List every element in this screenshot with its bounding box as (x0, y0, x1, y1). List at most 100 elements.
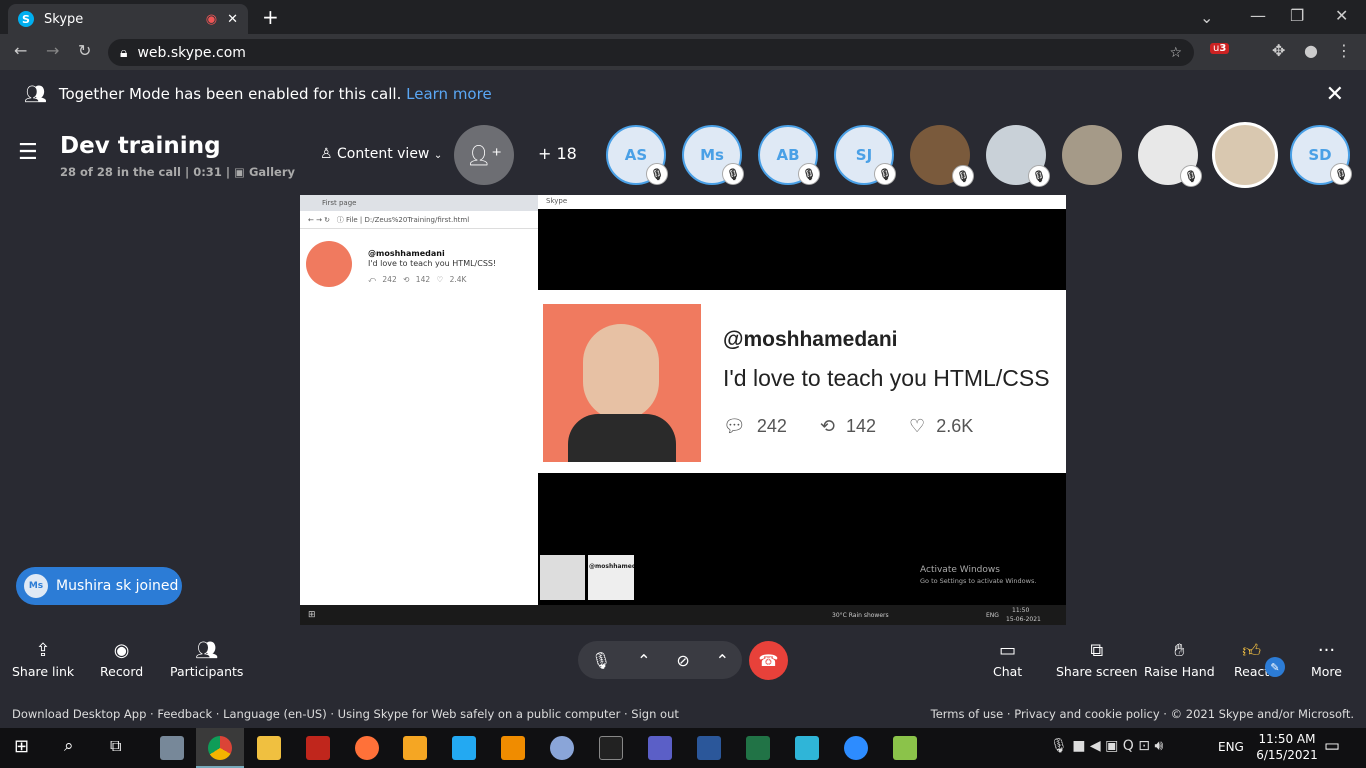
app-icon[interactable] (795, 736, 819, 760)
menu-icon[interactable]: ⋮ (1336, 41, 1352, 60)
restore-button[interactable]: ❐ (1290, 6, 1304, 25)
feedback-link[interactable]: Feedback (157, 707, 212, 721)
address-bar-row: ← → ↻ 🔒︎ web.skype.com ☆ u3 ✥ ● ⋮ (0, 34, 1366, 70)
word-icon[interactable] (697, 736, 721, 760)
share-screen-icon: ⧉ (1090, 640, 1104, 661)
gallery-toggle[interactable]: Gallery (249, 165, 295, 179)
forward-button[interactable]: → (46, 41, 59, 60)
add-participant-button[interactable]: 👤︎⁺ (454, 125, 514, 185)
edit-reaction-icon[interactable]: ✎ (1265, 657, 1285, 677)
participant-photo[interactable] (1062, 125, 1122, 185)
shared-browser-window: First page ← → ↻ ⓘ File | D:/Zeus%20Trai… (300, 195, 538, 605)
new-tab-button[interactable]: + (262, 5, 279, 29)
privacy-link[interactable]: Privacy and cookie policy (1014, 707, 1159, 721)
terminal-icon[interactable] (599, 736, 623, 760)
browser-tab[interactable]: S Skype ◉ ✕ (8, 4, 248, 34)
muted-mic-icon: 🎙︎ (722, 163, 744, 185)
participant-avatar[interactable]: SJ 🎙︎ (834, 125, 896, 185)
inner-taskbar: ⊞ 30°C Rain showers ENG 11:50 15-06-2021 (300, 605, 1066, 625)
more-participants-count[interactable]: + 18 (538, 144, 577, 163)
react-button[interactable]: 👍︎ React (1234, 640, 1269, 679)
participant-avatar[interactable]: AB 🎙︎ (758, 125, 820, 185)
reload-button[interactable]: ↻ (78, 41, 91, 60)
excel-icon[interactable] (746, 736, 770, 760)
safety-link[interactable]: Using Skype for Web safely on a public c… (338, 707, 621, 721)
video-options-chevron[interactable]: ⌃ (716, 651, 729, 670)
muted-mic-icon: 🎙︎ (952, 165, 974, 187)
hamburger-menu-icon[interactable]: ☰ (18, 140, 38, 165)
chat-button[interactable]: ▭ Chat (993, 640, 1022, 679)
thumbnail: @moshhamedani (588, 555, 634, 600)
muted-mic-icon: 🎙︎ (1028, 165, 1050, 187)
search-icon[interactable]: ⌕ (64, 736, 74, 756)
share-link-button[interactable]: ⇪ Share link (12, 640, 74, 679)
participants-button[interactable]: 👥︎ Participants (170, 640, 243, 679)
zoom-icon[interactable] (844, 736, 868, 760)
participant-avatar[interactable]: AS 🎙︎ (606, 125, 668, 185)
raise-hand-button[interactable]: ✋︎ Raise Hand (1144, 640, 1215, 679)
chat-icon: ▭ (999, 640, 1017, 661)
extension-ublock-icon[interactable]: u3 (1210, 43, 1230, 54)
muted-mic-icon: 🎙︎ (1330, 163, 1352, 185)
group-icon: 👥︎ (24, 83, 47, 105)
url-field[interactable]: 🔒︎ web.skype.com ☆ (108, 39, 1194, 66)
notifications-icon[interactable]: ▭ (1324, 736, 1340, 756)
muted-mic-icon: 🎙︎ (798, 163, 820, 185)
profile-icon[interactable]: ● (1304, 41, 1318, 60)
participant-photo[interactable]: 🎙︎ (986, 125, 1050, 187)
record-button[interactable]: ◉ Record (100, 640, 143, 679)
video-off-button[interactable]: ⊘ (676, 651, 689, 670)
mic-options-chevron[interactable]: ⌃ (637, 651, 650, 670)
minimize-button[interactable]: — (1250, 6, 1266, 25)
share-icon: ⇪ (35, 640, 51, 661)
tab-search-icon[interactable]: ⌄ (1200, 8, 1213, 27)
participant-photo[interactable]: 🎙︎ (910, 125, 974, 187)
sign-out-link[interactable]: Sign out (631, 707, 679, 721)
participant-avatar[interactable]: SD 🎙︎ (1290, 125, 1352, 185)
language-link[interactable]: Language (en-US) (223, 707, 327, 721)
participants-icon: 👥︎ (195, 640, 219, 661)
firefox-icon[interactable] (355, 736, 379, 760)
muted-mic-icon: 🎙︎ (646, 163, 668, 185)
copyright: © 2021 Skype and/or Microsoft. (1170, 707, 1354, 721)
tray-icons[interactable]: 🎙︎ ■ ◀ ▣ Q ⊡ 🔊︎ (1050, 738, 1163, 754)
more-button[interactable]: ··· More (1311, 640, 1342, 679)
end-call-button[interactable]: ☎ (749, 641, 788, 680)
start-button[interactable]: ⊞ (14, 736, 29, 757)
close-banner-button[interactable]: ✕ (1326, 82, 1344, 107)
sublime-icon[interactable] (403, 736, 427, 760)
language-indicator[interactable]: ENG (1218, 740, 1244, 754)
file-explorer-icon[interactable] (257, 736, 281, 760)
learn-more-link[interactable]: Learn more (406, 85, 492, 103)
download-app-link[interactable]: Download Desktop App (12, 707, 146, 721)
close-window-button[interactable]: ✕ (1335, 6, 1348, 25)
back-button[interactable]: ← (14, 41, 27, 60)
content-view-dropdown[interactable]: ♙ Content view ⌄ (320, 146, 442, 162)
activate-windows-sub: Go to Settings to activate Windows. (920, 577, 1037, 585)
participant-avatar[interactable]: Ms 🎙︎ (682, 125, 744, 185)
terms-link[interactable]: Terms of use (931, 707, 1004, 721)
app-icon[interactable] (160, 736, 184, 760)
extensions-icon[interactable]: ✥ (1272, 41, 1285, 60)
bookmark-star-icon[interactable]: ☆ (1169, 45, 1182, 61)
vscode-icon[interactable] (452, 736, 476, 760)
tab-title: Skype (44, 11, 84, 27)
vlc-icon[interactable] (501, 736, 525, 760)
lock-icon: 🔒︎ (120, 44, 128, 61)
teams-icon[interactable] (648, 736, 672, 760)
android-icon[interactable] (893, 736, 917, 760)
acrobat-icon[interactable] (306, 736, 330, 760)
clock-time[interactable]: 11:50 AM (1256, 732, 1318, 746)
r-icon[interactable] (550, 736, 574, 760)
clock-date[interactable]: 6/15/2021 (1256, 748, 1318, 762)
participant-photo-speaking[interactable] (1212, 122, 1278, 188)
mic-muted-button[interactable]: 🎙︎ (591, 651, 611, 670)
chrome-taskbar-button[interactable] (196, 728, 244, 768)
task-view-icon[interactable]: ⧉ (110, 736, 121, 756)
participant-photo[interactable]: 🎙︎ (1138, 125, 1202, 187)
toast-text: Mushira sk joined (56, 578, 179, 594)
recording-icon: ◉ (205, 11, 218, 27)
together-mode-banner: 👥︎ Together Mode has been enabled for th… (0, 70, 1366, 118)
close-tab-icon[interactable]: ✕ (227, 12, 238, 27)
share-screen-button[interactable]: ⧉ Share screen (1056, 640, 1138, 679)
